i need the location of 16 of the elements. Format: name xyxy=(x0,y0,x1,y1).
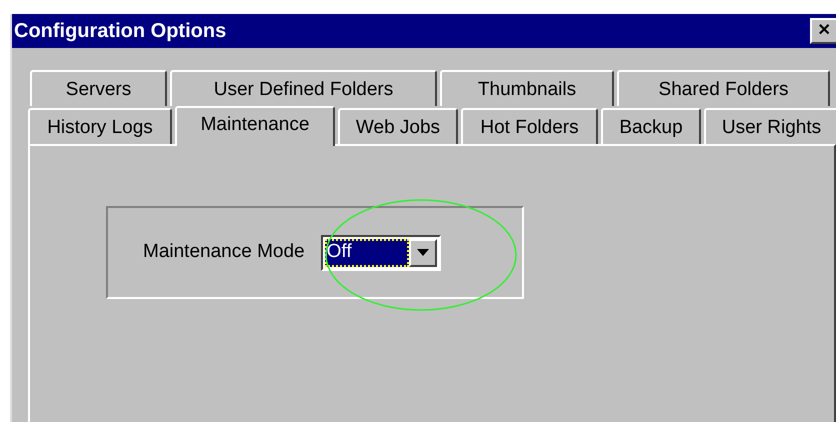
close-button[interactable]: ✕ xyxy=(810,18,836,44)
caret-icon[interactable] xyxy=(408,238,437,266)
dropdown-value: Off xyxy=(324,238,409,266)
tab[interactable]: Maintenance xyxy=(175,106,335,146)
field-label: Maintenance Mode xyxy=(143,240,305,264)
tab[interactable]: Shared Folders xyxy=(617,70,830,106)
tab[interactable]: Backup xyxy=(601,108,701,144)
tab[interactable]: Web Jobs xyxy=(338,108,458,144)
tab[interactable]: Servers xyxy=(30,70,167,106)
tab[interactable]: User Defined Folders xyxy=(170,70,437,106)
mode-dropdown[interactable]: Off xyxy=(320,234,441,270)
window-title: Configuration Options xyxy=(14,19,226,44)
tab[interactable]: Thumbnails xyxy=(440,70,614,106)
tab[interactable]: History Logs xyxy=(28,108,172,144)
tab[interactable]: Hot Folders xyxy=(461,108,598,144)
tab[interactable]: User Rights xyxy=(704,108,836,144)
